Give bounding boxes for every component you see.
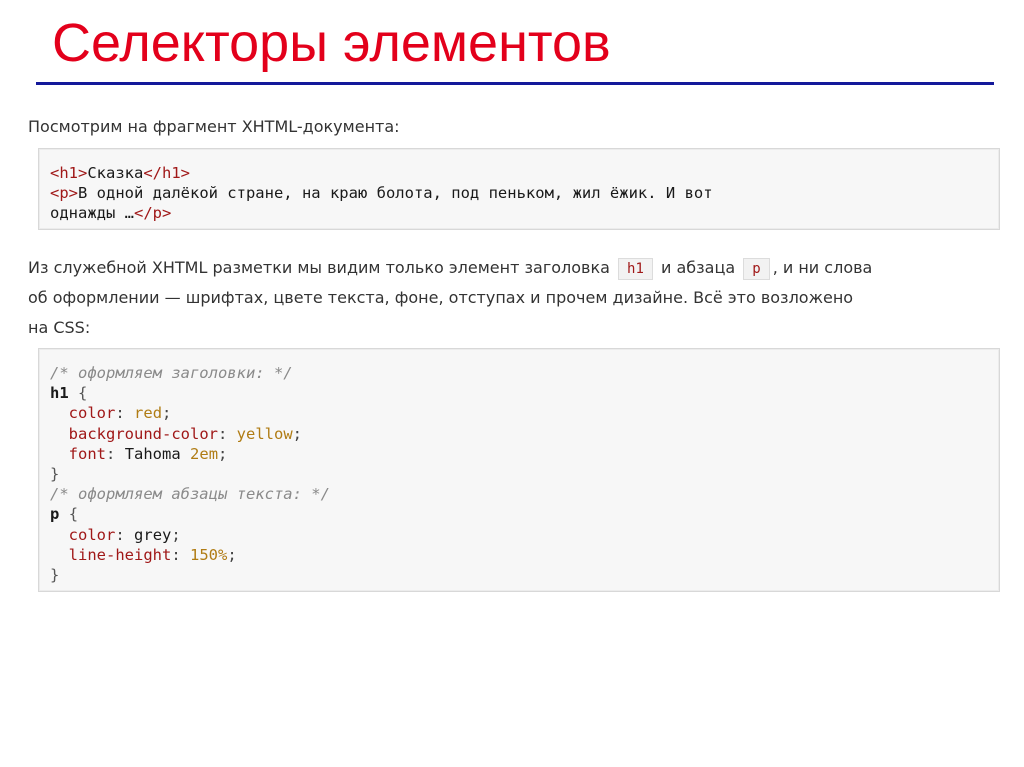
code-line: однажды …</p> [50, 203, 999, 223]
code-selector: h1 [50, 384, 69, 403]
code-brace: { [68, 505, 79, 524]
explanation-fragment: Из служебной XHTML разметки мы видим тол… [28, 258, 610, 277]
explanation-line: на CSS: [28, 318, 91, 337]
code-line: background-color: yellow; [50, 424, 999, 444]
code-comment: /* оформляем абзацы текста: */ [50, 485, 330, 504]
code-value: yellow [236, 424, 293, 443]
slide-title: Селекторы элементов [52, 13, 611, 73]
title-divider [36, 82, 994, 85]
code-comment: /* оформляем заголовки: */ [50, 364, 293, 382]
code-line: h1 { [50, 383, 999, 403]
code-property: background-color [68, 424, 218, 443]
code-line: color: grey; [50, 525, 999, 545]
code-punct: : [217, 424, 228, 443]
code-property: line-height [68, 545, 172, 564]
code-punct: ; [292, 424, 303, 443]
code-tag: <p> [50, 184, 78, 203]
code-punct: ; [171, 525, 181, 544]
code-punct: : [106, 444, 116, 463]
code-property: color [68, 525, 116, 544]
code-property: font [68, 444, 106, 463]
code-value: red [134, 404, 163, 423]
code-value: 2em [190, 444, 219, 463]
code-text: однажды … [50, 204, 134, 223]
explanation-fragment: , и ни слова [772, 258, 873, 277]
code-punct: : [115, 525, 125, 544]
explanation-line: об оформлении — шрифтах, цвете текста, ф… [28, 288, 854, 307]
intro-text: Посмотрим на фрагмент XHTML-документа: [28, 117, 400, 136]
code-brace: } [50, 464, 60, 483]
code-line: font: Tahoma 2em; [50, 444, 999, 464]
code-line: <p>В одной далёкой стране, на краю болот… [50, 183, 999, 203]
code-value: 150% [190, 545, 228, 564]
code-line: color: red; [50, 403, 999, 423]
explanation-text: Из служебной XHTML разметки мы видим тол… [28, 253, 1018, 343]
inline-code-h1: h1 [618, 258, 653, 280]
code-text: Сказка [87, 164, 144, 182]
code-line: line-height: 150%; [50, 545, 999, 565]
explanation-fragment: и абзаца [660, 258, 736, 277]
code-value: grey [134, 525, 172, 544]
code-punct: ; [218, 444, 228, 463]
code-tag: </p> [134, 204, 172, 223]
code-punct: ; [227, 545, 237, 564]
code-tag: </h1> [143, 164, 190, 182]
code-line: <h1>Сказка</h1> [50, 163, 999, 183]
code-value: Tahoma [124, 444, 181, 463]
code-text: В одной далёкой стране, на краю болота, … [78, 184, 713, 203]
html-code-block: <h1>Сказка</h1> <p>В одной далёкой стране… [38, 148, 1000, 230]
code-punct: ; [162, 404, 172, 423]
code-line: p { [50, 504, 999, 524]
inline-code-p: p [743, 258, 770, 280]
code-brace: } [50, 565, 60, 584]
code-punct: : [115, 404, 125, 423]
code-punct: : [171, 545, 181, 564]
code-property: color [68, 404, 116, 423]
code-brace: { [78, 384, 88, 403]
code-selector: p [50, 505, 60, 524]
explanation-line: Из служебной XHTML разметки мы видим тол… [28, 253, 1018, 283]
css-code-block: /* оформляем заголовки: */h1 { color: re… [38, 348, 1000, 592]
code-tag: <h1> [50, 164, 88, 182]
